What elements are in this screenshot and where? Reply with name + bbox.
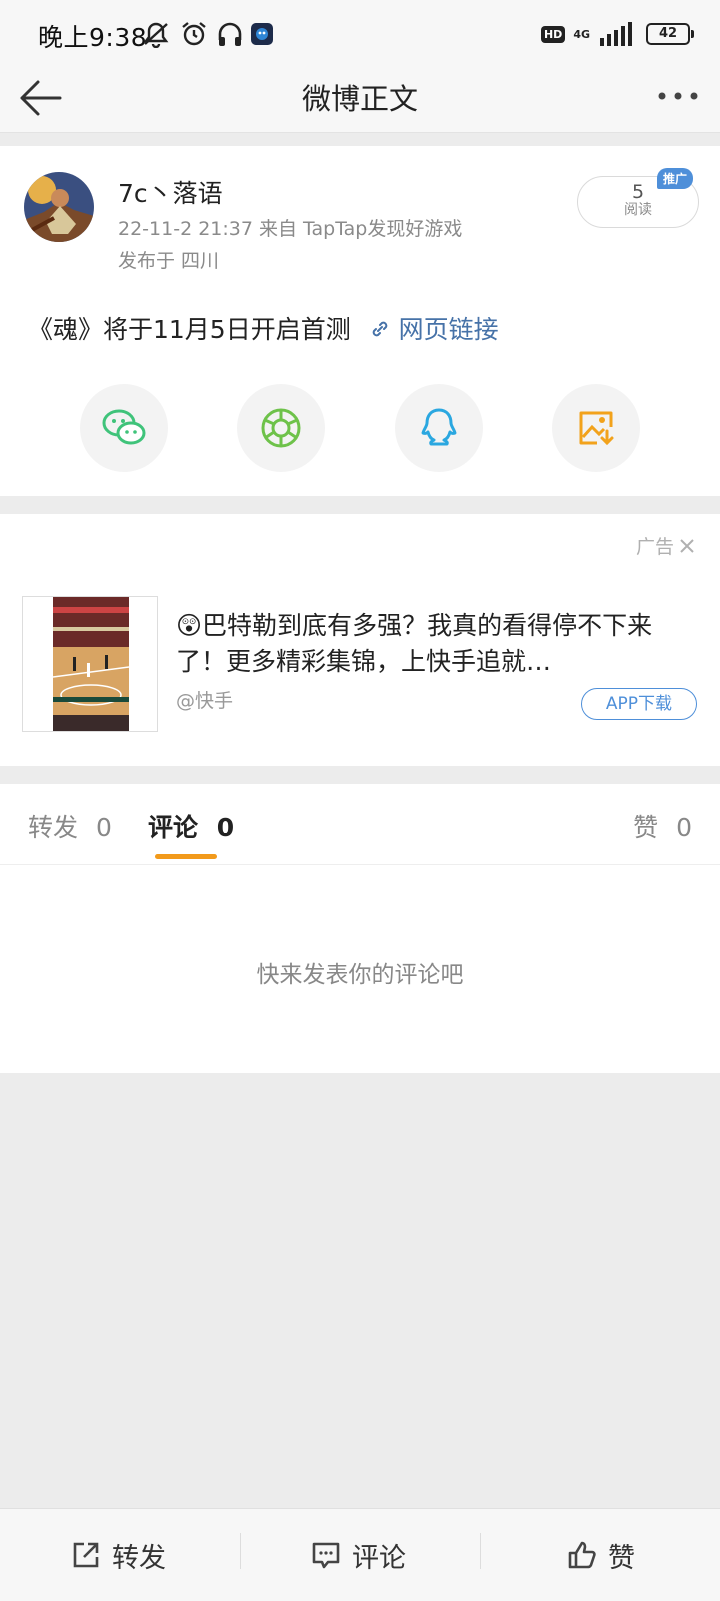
basketball-video-image <box>53 597 129 731</box>
app-notification-icon <box>250 20 274 48</box>
tab-comments[interactable]: 评论 0 <box>148 808 234 844</box>
ad-source: @快手 <box>176 690 234 712</box>
empty-comments-text: 快来发表你的评论吧 <box>256 962 464 988</box>
promo-badge[interactable]: 推广 <box>657 168 694 189</box>
share-moments-button[interactable] <box>237 384 325 472</box>
comment-icon <box>312 1542 340 1569</box>
ad-thumbnail[interactable] <box>22 596 158 732</box>
save-image-icon <box>579 411 614 446</box>
more-dots-icon <box>658 92 698 100</box>
app-download-button[interactable]: APP下载 <box>581 688 697 720</box>
comments-area: 快来发表你的评论吧 <box>0 865 720 1073</box>
tab-comments-count: 0 <box>216 813 235 842</box>
active-tab-indicator <box>155 854 217 859</box>
web-link[interactable]: 网页链接 <box>359 315 499 344</box>
signal-icon <box>600 22 632 46</box>
username[interactable]: 7c丶落语 <box>118 174 223 210</box>
web-link-label: 网页链接 <box>398 315 499 344</box>
ad-card[interactable]: 广告 😲巴特勒到底有多强？我真的看得停不下来了！更多精彩集锦，上快手追就… @快… <box>0 514 720 766</box>
avatar-image <box>24 172 94 242</box>
read-label: 阅读 <box>624 202 652 218</box>
close-icon[interactable] <box>678 537 696 555</box>
headphones-icon <box>216 20 244 48</box>
ad-label-area[interactable]: 广告 <box>636 532 696 559</box>
tab-repost-count: 0 <box>95 813 112 842</box>
status-time: 晚上9:38 <box>38 23 148 52</box>
interaction-tabs: 转发 0 评论 0 赞 0 <box>0 784 720 865</box>
hd-badge: HD <box>540 25 566 43</box>
share-qq-button[interactable] <box>395 384 483 472</box>
link-icon <box>372 321 387 337</box>
network-type: 4G <box>573 27 590 41</box>
post-content: 《魂》将于11月5日开启首测 网页链接 <box>28 310 499 346</box>
repost-label: 转发 <box>112 1542 166 1574</box>
tab-likes-count: 0 <box>676 813 692 842</box>
mute-icon <box>140 20 172 48</box>
like-label: 赞 <box>608 1542 635 1574</box>
repost-button[interactable]: 转发 <box>70 1531 166 1579</box>
comment-label: 评论 <box>352 1542 406 1574</box>
bottom-toolbar: 转发 评论 赞 <box>0 1508 720 1601</box>
post-text: 《魂》将于11月5日开启首测 <box>28 315 351 344</box>
qq-icon <box>421 408 457 446</box>
battery-icon: 42 <box>646 23 694 45</box>
alarm-icon <box>180 20 208 48</box>
tab-comments-label: 评论 <box>148 813 199 842</box>
post-time-source: 22-11-2 21:37 来自 TapTap发现好游戏 <box>118 218 463 240</box>
more-button[interactable] <box>656 84 700 108</box>
page-title: 微博正文 <box>301 82 418 116</box>
comment-button[interactable]: 评论 <box>310 1531 406 1579</box>
nav-bar: 微博正文 <box>0 66 720 133</box>
ad-video-frame <box>53 597 129 731</box>
status-bar: 晚上9:38 HD 4G 42 <box>0 0 720 66</box>
like-button[interactable]: 赞 <box>566 1531 635 1579</box>
tab-repost[interactable]: 转发 0 <box>28 808 112 844</box>
repost-icon <box>73 1542 99 1568</box>
ad-text[interactable]: 😲巴特勒到底有多强？我真的看得停不下来了！更多精彩集锦，上快手追就… <box>176 608 696 680</box>
tab-likes-label: 赞 <box>633 813 659 842</box>
tab-likes[interactable]: 赞 0 <box>633 808 692 844</box>
toolbar-divider <box>480 1533 481 1569</box>
share-wechat-button[interactable] <box>80 384 168 472</box>
toolbar-divider <box>240 1533 241 1569</box>
post-card: 7c丶落语 22-11-2 21:37 来自 TapTap发现好游戏 发布于 四… <box>0 146 720 496</box>
moments-icon <box>261 408 301 448</box>
avatar[interactable] <box>24 172 94 242</box>
thumbs-up-icon <box>568 1541 596 1569</box>
status-right: HD 4G 42 <box>540 20 694 48</box>
ad-label: 广告 <box>635 536 674 558</box>
save-image-button[interactable] <box>552 384 640 472</box>
tab-repost-label: 转发 <box>28 813 79 842</box>
post-location: 发布于 四川 <box>118 250 220 272</box>
wechat-icon <box>102 409 146 445</box>
